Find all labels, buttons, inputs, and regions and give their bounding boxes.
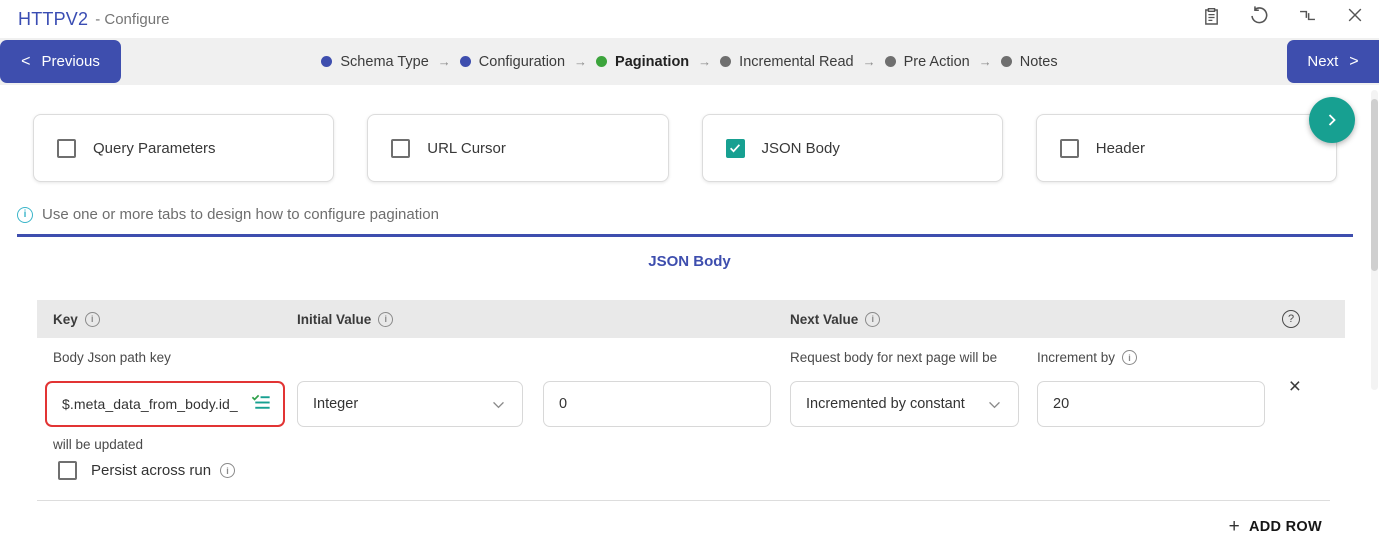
persist-label: Persist across run <box>91 462 212 479</box>
tab-url-cursor[interactable]: URL Cursor <box>367 114 669 182</box>
delete-row-icon[interactable]: × <box>1289 376 1301 397</box>
step-notes[interactable]: Notes <box>1000 54 1058 70</box>
info-icon[interactable]: i <box>84 311 100 327</box>
table-divider <box>37 500 1330 501</box>
titlebar-actions <box>1199 3 1367 27</box>
tab-label: JSON Body <box>761 139 840 157</box>
dialog-subtitle: - Configure <box>95 10 170 28</box>
column-key: Key i <box>53 300 100 338</box>
step-arrow-icon: → <box>437 54 451 69</box>
playlist-check-icon[interactable] <box>250 391 273 418</box>
next-button[interactable]: Next > <box>1287 40 1379 83</box>
titlebar: HTTPV2 - Configure <box>0 0 1379 38</box>
step-arrow-icon: → <box>978 54 992 69</box>
step-arrow-icon: → <box>862 54 876 69</box>
key-field-label: Body Json path key <box>53 350 171 365</box>
pagination-hint-text: Use one or more tabs to design how to co… <box>42 206 439 223</box>
chevron-left-icon: < <box>21 52 31 70</box>
tab-header[interactable]: Header <box>1035 114 1337 182</box>
tab-label: URL Cursor <box>427 139 506 157</box>
connector-title: HTTPV2 <box>18 8 89 29</box>
section-title: JSON Body <box>648 253 731 270</box>
step-dot <box>321 56 333 67</box>
step-dot <box>459 56 471 67</box>
close-icon[interactable] <box>1343 3 1367 27</box>
chevron-down-icon <box>989 401 1000 408</box>
wizard-steps: Schema Type → Configuration → Pagination… <box>321 54 1058 70</box>
step-arrow-icon: → <box>574 54 588 69</box>
scroll-next-fab[interactable] <box>1309 97 1355 143</box>
step-arrow-icon: → <box>698 54 712 69</box>
persist-across-run: Persist across run i <box>58 461 236 480</box>
tab-underline <box>17 234 1353 237</box>
plus-icon: + <box>1228 516 1241 537</box>
step-dot <box>1000 56 1012 67</box>
initial-value-input[interactable]: 0 <box>543 381 771 427</box>
pagination-tab-cards: Query Parameters URL Cursor JSON Body He… <box>33 114 1337 182</box>
tab-query-parameters[interactable]: Query Parameters <box>33 114 335 182</box>
next-value-label: Request body for next page will be <box>790 350 998 365</box>
tab-label: Query Parameters <box>93 139 216 157</box>
step-incremental-read[interactable]: Incremental Read <box>720 54 854 70</box>
wizard-navbar: < Previous Schema Type → Configuration →… <box>0 38 1379 85</box>
checkbox-unchecked[interactable] <box>391 138 411 158</box>
body-json-path-input[interactable]: $.meta_data_from_body.id_ <box>45 381 285 427</box>
pagination-hint: i Use one or more tabs to design how to … <box>17 206 439 223</box>
initial-type-select[interactable]: Integer <box>297 381 523 427</box>
next-button-label: Next <box>1307 53 1339 70</box>
info-icon[interactable]: i <box>220 463 236 478</box>
chevron-right-icon <box>1328 114 1336 126</box>
chevron-down-icon <box>493 401 504 408</box>
step-pagination[interactable]: Pagination <box>596 54 689 70</box>
checkbox-unchecked[interactable] <box>1059 138 1079 158</box>
step-dot <box>720 56 732 67</box>
step-schema-type[interactable]: Schema Type <box>321 54 429 70</box>
json-body-table: Key i Initial Value i Next Value i ? Bod… <box>37 300 1345 544</box>
info-icon[interactable]: i <box>378 311 394 327</box>
info-icon[interactable]: i <box>865 311 881 327</box>
reset-icon[interactable] <box>1247 3 1271 27</box>
chevron-right-icon: > <box>1349 52 1359 70</box>
tab-json-body[interactable]: JSON Body <box>701 114 1003 182</box>
previous-button-label: Previous <box>41 53 100 70</box>
step-dot <box>596 56 608 67</box>
step-dot <box>884 56 896 67</box>
step-pre-action[interactable]: Pre Action <box>884 54 970 70</box>
next-strategy-select[interactable]: Incremented by constant <box>790 381 1019 427</box>
persist-checkbox[interactable] <box>58 461 77 480</box>
increment-value-input[interactable]: 20 <box>1037 381 1265 427</box>
collapse-icon[interactable] <box>1295 3 1319 27</box>
table-header: Key i Initial Value i Next Value i ? <box>37 300 1345 338</box>
increment-by-label: Increment by i <box>1037 350 1138 365</box>
info-icon[interactable]: i <box>1122 350 1138 365</box>
previous-button[interactable]: < Previous <box>0 40 121 83</box>
info-icon: i <box>17 206 33 223</box>
column-initial-value: Initial Value i <box>297 300 394 338</box>
column-next-value: Next Value i <box>790 300 881 338</box>
key-field-note: will be updated <box>53 437 144 452</box>
add-row-label: ADD ROW <box>1249 519 1322 535</box>
add-row-button[interactable]: + ADD ROW <box>1229 516 1322 538</box>
tab-label: Header <box>1095 139 1145 157</box>
step-configuration[interactable]: Configuration <box>459 54 565 70</box>
checkbox-checked[interactable] <box>725 138 745 158</box>
httpv2-configure-dialog: HTTPV2 - Configure < Previous Schema Typ… <box>0 0 1379 544</box>
scrollbar-thumb[interactable] <box>1371 99 1378 271</box>
help-icon[interactable]: ? <box>1282 310 1300 328</box>
clipboard-icon[interactable] <box>1199 3 1223 27</box>
checkbox-unchecked[interactable] <box>57 138 76 158</box>
